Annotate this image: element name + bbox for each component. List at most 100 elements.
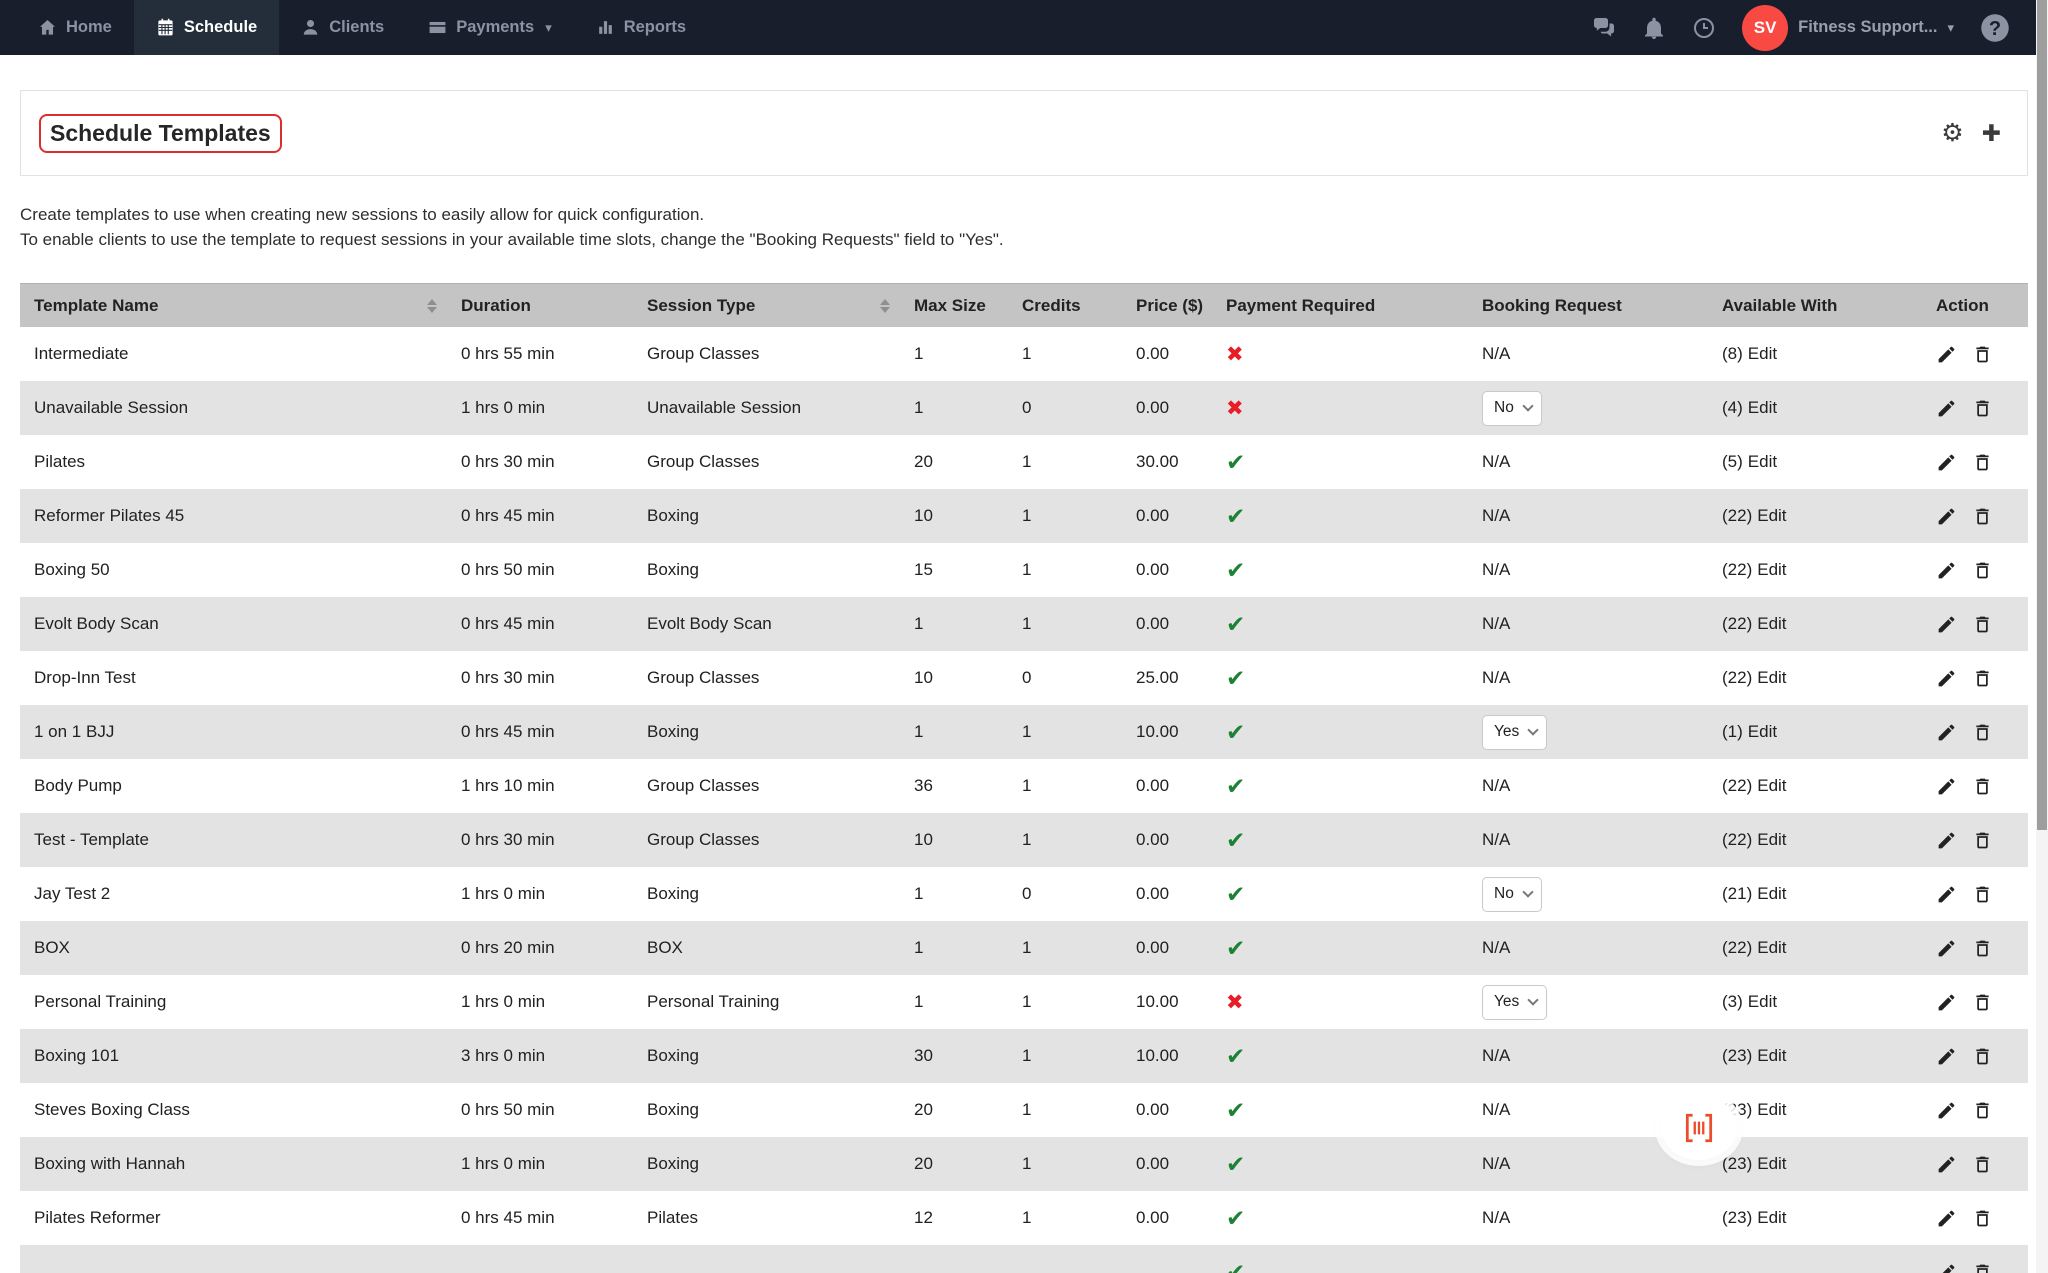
edit-pencil-icon[interactable] <box>1936 884 1957 905</box>
column-header-template-name[interactable]: Template Name <box>20 296 447 316</box>
booking-request-select[interactable]: Yes <box>1482 985 1547 1020</box>
cell-available-with: (21) Edit <box>1708 884 1922 904</box>
edit-pencil-icon[interactable] <box>1936 722 1957 743</box>
edit-pencil-icon[interactable] <box>1936 938 1957 959</box>
cell-price: 10.00 <box>1122 1046 1212 1066</box>
cell-credits: 1 <box>1008 452 1122 472</box>
edit-link[interactable]: Edit <box>1757 884 1786 904</box>
delete-trash-icon[interactable] <box>1972 506 1993 527</box>
history-clock-icon[interactable] <box>1692 16 1716 40</box>
delete-trash-icon[interactable] <box>1972 344 1993 365</box>
booking-request-select[interactable]: Yes <box>1482 715 1547 750</box>
edit-link[interactable]: Edit <box>1757 506 1786 526</box>
top-navbar: Home Schedule Clients Payments ▾ Reports… <box>0 0 2048 55</box>
delete-trash-icon[interactable] <box>1972 1046 1993 1067</box>
cell-available-with: (22) Edit <box>1708 668 1922 688</box>
delete-trash-icon[interactable] <box>1972 398 1993 419</box>
edit-link[interactable]: Edit <box>1757 938 1786 958</box>
available-with-count: (21) <box>1722 884 1752 904</box>
nav-item-payments[interactable]: Payments ▾ <box>406 0 574 55</box>
delete-trash-icon[interactable] <box>1972 722 1993 743</box>
cell-available-with: (8) Edit <box>1708 344 1922 364</box>
edit-link[interactable]: Edit <box>1748 398 1777 418</box>
available-with-count: (22) <box>1722 506 1752 526</box>
delete-trash-icon[interactable] <box>1972 992 1993 1013</box>
cell-booking-request: N/A <box>1468 614 1708 634</box>
edit-link[interactable]: Edit <box>1748 722 1777 742</box>
edit-link[interactable]: Edit <box>1757 668 1786 688</box>
edit-pencil-icon[interactable] <box>1936 830 1957 851</box>
sort-icon[interactable] <box>427 299 437 313</box>
person-icon <box>301 18 320 37</box>
edit-pencil-icon[interactable] <box>1936 614 1957 635</box>
settings-gear-icon[interactable]: ⚙ <box>1941 121 1963 146</box>
edit-link[interactable]: Edit <box>1748 344 1777 364</box>
available-with-count: (1) <box>1722 722 1743 742</box>
booking-request-select[interactable]: No <box>1482 391 1542 426</box>
cell-duration: 0 hrs 55 min <box>447 344 633 364</box>
delete-trash-icon[interactable] <box>1972 938 1993 959</box>
edit-link[interactable]: Edit <box>1757 614 1786 634</box>
notifications-bell-icon[interactable] <box>1642 16 1666 40</box>
edit-link[interactable]: Edit <box>1757 560 1786 580</box>
cell-max-size: 1 <box>900 344 1008 364</box>
delete-trash-icon[interactable] <box>1972 776 1993 797</box>
add-template-icon[interactable]: ✚ <box>1982 122 2001 145</box>
delete-trash-icon[interactable] <box>1972 614 1993 635</box>
delete-trash-icon[interactable] <box>1972 560 1993 581</box>
delete-trash-icon[interactable] <box>1972 452 1993 473</box>
delete-trash-icon[interactable] <box>1972 1208 1993 1229</box>
edit-pencil-icon[interactable] <box>1936 398 1957 419</box>
edit-link[interactable]: Edit <box>1748 452 1777 472</box>
edit-link[interactable]: Edit <box>1757 830 1786 850</box>
available-with-count: (23) <box>1722 1208 1752 1228</box>
delete-trash-icon[interactable] <box>1972 830 1993 851</box>
cell-session-type: Group Classes <box>633 452 900 472</box>
edit-pencil-icon[interactable] <box>1936 776 1957 797</box>
nav-item-clients[interactable]: Clients <box>279 0 406 55</box>
edit-pencil-icon[interactable] <box>1936 1208 1957 1229</box>
edit-pencil-icon[interactable] <box>1936 1100 1957 1121</box>
edit-link[interactable]: Edit <box>1757 1208 1786 1228</box>
delete-trash-icon[interactable] <box>1972 1262 1993 1273</box>
cell-payment-required: ✔ <box>1212 881 1468 908</box>
edit-link[interactable]: Edit <box>1757 1154 1786 1174</box>
booking-request-select[interactable]: No <box>1482 877 1542 912</box>
delete-trash-icon[interactable] <box>1972 1154 1993 1175</box>
delete-trash-icon[interactable] <box>1972 884 1993 905</box>
cell-available-with: (23) Edit <box>1708 1046 1922 1066</box>
nav-item-label: Reports <box>624 18 686 37</box>
edit-link[interactable]: Edit <box>1757 776 1786 796</box>
nav-item-schedule[interactable]: Schedule <box>134 0 279 55</box>
chat-icon[interactable] <box>1592 16 1616 40</box>
edit-link[interactable]: Edit <box>1757 1046 1786 1066</box>
edit-pencil-icon[interactable] <box>1936 992 1957 1013</box>
cell-booking-request: N/A <box>1468 344 1708 364</box>
column-header-session-type[interactable]: Session Type <box>633 296 900 316</box>
cell-session-type: Boxing <box>633 506 900 526</box>
nav-item-home[interactable]: Home <box>16 0 134 55</box>
cell-booking-request: Yes <box>1468 715 1708 750</box>
edit-pencil-icon[interactable] <box>1936 668 1957 689</box>
help-icon[interactable]: ? <box>1980 13 2010 43</box>
booking-request-value: N/A <box>1482 938 1510 958</box>
calendar-icon <box>156 18 175 37</box>
edit-pencil-icon[interactable] <box>1936 1046 1957 1067</box>
delete-trash-icon[interactable] <box>1972 1100 1993 1121</box>
barcode-scanner-badge[interactable] <box>1661 1096 1737 1160</box>
nav-item-reports[interactable]: Reports <box>574 0 708 55</box>
edit-pencil-icon[interactable] <box>1936 506 1957 527</box>
edit-pencil-icon[interactable] <box>1936 1262 1957 1273</box>
user-menu[interactable]: SV Fitness Support... ▾ <box>1742 5 1954 51</box>
edit-link[interactable]: Edit <box>1748 992 1777 1012</box>
cell-template-name: Personal Training <box>20 992 447 1012</box>
edit-link[interactable]: Edit <box>1757 1100 1786 1120</box>
edit-pencil-icon[interactable] <box>1936 560 1957 581</box>
edit-pencil-icon[interactable] <box>1936 452 1957 473</box>
scrollbar-thumb[interactable] <box>2037 0 2047 830</box>
edit-pencil-icon[interactable] <box>1936 344 1957 365</box>
edit-pencil-icon[interactable] <box>1936 1154 1957 1175</box>
avatar[interactable]: SV <box>1742 5 1788 51</box>
delete-trash-icon[interactable] <box>1972 668 1993 689</box>
sort-icon[interactable] <box>880 299 890 313</box>
